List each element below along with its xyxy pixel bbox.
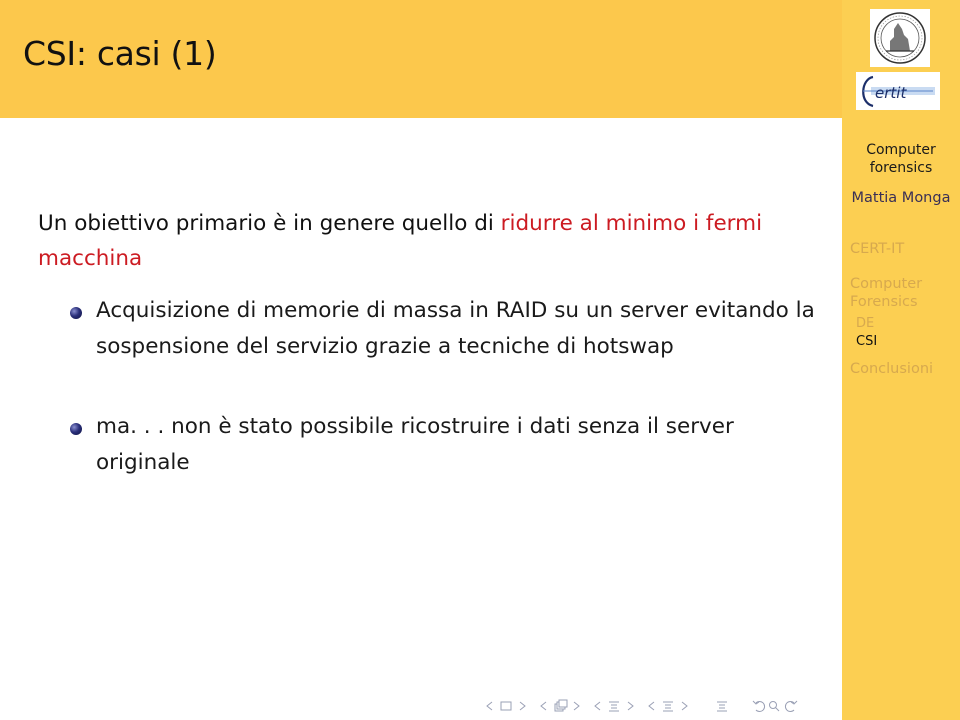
bullet-item: ma. . . non è stato possibile ricostruir… — [58, 409, 818, 481]
frame-icon[interactable] — [500, 701, 518, 711]
svg-text:ertit: ertit — [875, 84, 907, 102]
frame-header: CSI: casi (1) — [0, 0, 842, 118]
bullet-text: Acquisizione di memorie di massa in RAID… — [96, 298, 815, 359]
search-icon[interactable] — [768, 700, 784, 712]
nav-next-section-icon[interactable] — [626, 701, 648, 711]
presentation-section-icon[interactable] — [662, 700, 680, 712]
nav-prev-section-icon[interactable] — [594, 701, 608, 711]
bullet-icon — [70, 307, 82, 319]
nav-next-subsection-icon[interactable] — [572, 701, 594, 711]
nav-next-frame-icon[interactable] — [518, 701, 540, 711]
sidebar-section-cert-it[interactable]: CERT-IT — [850, 240, 904, 258]
bullet-icon — [70, 423, 82, 435]
nav-prev-frame-icon[interactable] — [486, 701, 500, 711]
section-icon[interactable] — [608, 700, 626, 712]
intro-text: Un obiettivo primario è in genere quello… — [38, 211, 501, 236]
beamer-navigation-bar — [486, 697, 800, 715]
nav-forward-icon[interactable] — [784, 700, 800, 712]
sidebar-presentation-title[interactable]: Computer forensics — [842, 141, 960, 177]
cert-it-logo: ertit — [856, 72, 940, 110]
bullet-item: Acquisizione di memorie di massa in RAID… — [58, 293, 818, 365]
university-seal-logo — [870, 9, 930, 67]
nav-back-icon[interactable] — [752, 700, 768, 712]
nav-prev-presentation-icon[interactable] — [648, 701, 662, 711]
subsection-icon[interactable] — [554, 699, 572, 713]
sidebar-author: Mattia Monga — [851, 190, 951, 206]
sidebar-section-conclusioni[interactable]: Conclusioni — [850, 360, 933, 378]
frame-title: CSI: casi (1) — [23, 34, 217, 73]
sidebar-section-computer-forensics[interactable]: Computer Forensics — [850, 275, 940, 311]
intro-paragraph: Un obiettivo primario è in genere quello… — [38, 206, 828, 276]
sidebar-subsection-csi[interactable]: CSI — [856, 334, 877, 349]
nav-next-presentation-icon[interactable] — [680, 701, 716, 711]
presentation-icon[interactable] — [716, 700, 752, 712]
bullet-text: ma. . . non è stato possibile ricostruir… — [96, 414, 734, 475]
sidebar-subsection-de[interactable]: DE — [856, 316, 874, 331]
nav-prev-subsection-icon[interactable] — [540, 701, 554, 711]
